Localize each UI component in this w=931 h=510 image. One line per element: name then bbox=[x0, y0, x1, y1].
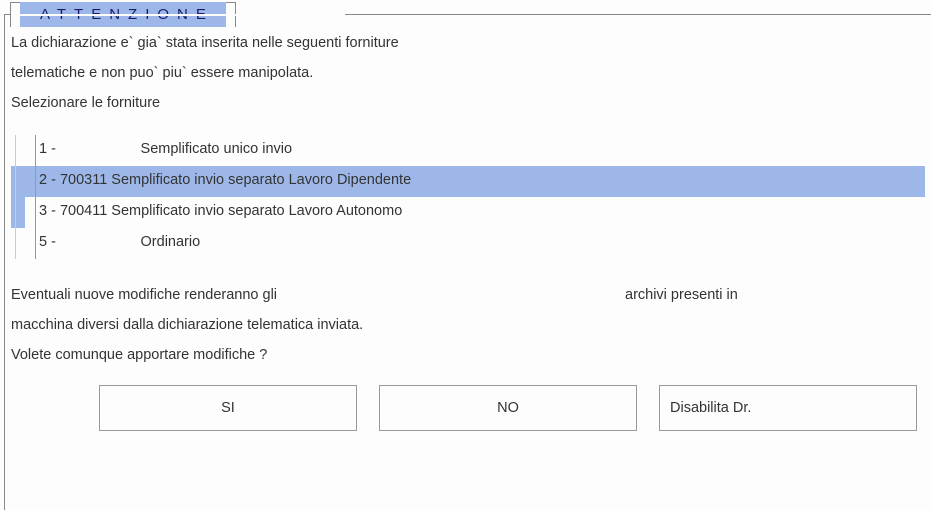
yes-button[interactable]: SI bbox=[99, 385, 357, 431]
list-item[interactable]: 1 - Semplificato unico invio bbox=[11, 135, 925, 166]
message-line-3: Selezionare le forniture bbox=[11, 95, 925, 111]
no-button[interactable]: NO bbox=[379, 385, 637, 431]
list-item-text: 1 - Semplificato unico invio bbox=[35, 135, 925, 166]
footer-line-2: macchina diversi dalla dichiarazione tel… bbox=[11, 317, 925, 333]
list-item-text: 5 - Ordinario bbox=[35, 228, 925, 259]
footer-line-1-right: archivi presenti in bbox=[625, 287, 738, 303]
footer-message: Eventuali nuove modifiche renderanno gli… bbox=[11, 287, 925, 363]
list-item[interactable]: 2 - 700311 Semplificato invio separato L… bbox=[11, 166, 925, 197]
message-line-1: La dichiarazione e` gia` stata inserita … bbox=[11, 35, 925, 51]
list-item[interactable]: 5 - Ordinario bbox=[11, 228, 925, 259]
dialog-content: La dichiarazione e` gia` stata inserita … bbox=[5, 35, 931, 431]
message-line-2: telematiche e non puo` piu` essere manip… bbox=[11, 65, 925, 81]
disable-dr-button[interactable]: Disabilita Dr. bbox=[659, 385, 917, 431]
attention-dialog: ATTENZIONE La dichiarazione e` gia` stat… bbox=[0, 0, 931, 510]
footer-line-1-left: Eventuali nuove modifiche renderanno gli bbox=[11, 287, 625, 303]
button-row: SI NO Disabilita Dr. bbox=[11, 385, 925, 431]
footer-line-3: Volete comunque apportare modifiche ? bbox=[11, 347, 925, 363]
dialog-frame: La dichiarazione e` gia` stata inserita … bbox=[4, 14, 931, 510]
list-item-text: 3 - 700411 Semplificato invio separato L… bbox=[35, 197, 925, 228]
forniture-list[interactable]: 1 - Semplificato unico invio 2 - 700311 … bbox=[11, 135, 925, 259]
list-item[interactable]: 3 - 700411 Semplificato invio separato L… bbox=[11, 197, 925, 228]
list-item-text: 2 - 700311 Semplificato invio separato L… bbox=[35, 166, 925, 197]
